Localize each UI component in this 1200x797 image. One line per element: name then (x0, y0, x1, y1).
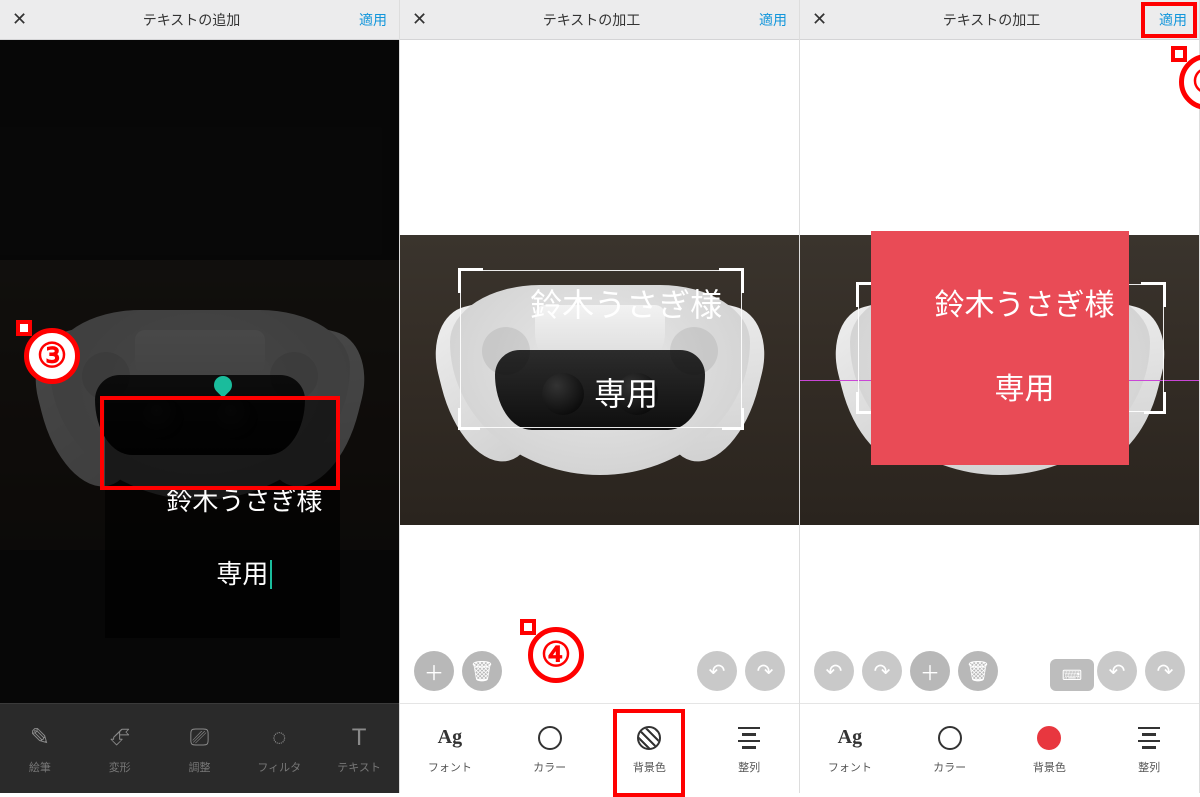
undo-icon: ↶ (709, 659, 726, 684)
tool-bgcolor[interactable]: 背景色 (1019, 723, 1079, 775)
bottom-toolbar: Ag フォント カラー 背景色 整列 (800, 703, 1199, 793)
close-icon[interactable]: ✕ (12, 9, 36, 30)
add-button[interactable]: ＋ (414, 651, 454, 691)
header: ✕ テキストの加工 適用 (400, 0, 799, 40)
tool-filter[interactable]: ◌ フィルタ (249, 723, 309, 775)
circle-icon (538, 726, 562, 750)
header-title: テキストの追加 (36, 10, 347, 30)
undo-button[interactable]: ↶ (697, 651, 737, 691)
text-overlay[interactable]: 鈴木うさぎ様 専用 (463, 230, 736, 470)
tool-bgcolor[interactable]: 背景色 (619, 723, 679, 775)
panel-edit-text-2: ✕ テキストの加工 適用 鈴木うさぎ様 専用 ↶ ↷ ＋ 🗑 (800, 0, 1200, 793)
header-title: テキストの加工 (836, 10, 1147, 30)
tool-color[interactable]: カラー (920, 723, 980, 775)
overlay-line1: 鈴木うさぎ様 (935, 289, 1115, 322)
drop-icon: ◌ (272, 724, 286, 752)
apply-button[interactable]: 適用 (347, 10, 387, 30)
align-icon (1138, 727, 1160, 749)
text-overlay[interactable]: 鈴木うさぎ様 専用 (870, 231, 1128, 465)
plus-icon: ＋ (920, 657, 940, 686)
redo-icon: ↷ (1157, 659, 1174, 684)
delete-button[interactable]: 🗑 (462, 651, 502, 691)
align-icon (738, 727, 760, 749)
header: ✕ テキストの加工 適用 (800, 0, 1199, 40)
overlay-line1: 鈴木うさぎ様 (166, 486, 322, 516)
redo-button-2[interactable]: ↷ (1145, 651, 1185, 691)
undo-icon: ↶ (1109, 659, 1126, 684)
panel-edit-text-1: ✕ テキストの加工 適用 鈴木うさぎ様 専用 ＋ 🗑 ↶ (400, 0, 800, 793)
text-icon: T (352, 724, 367, 752)
canvas[interactable]: 鈴木うさぎ様 専用 ↶ ↷ ＋ 🗑 ⌨ ↶ ↷ (800, 40, 1199, 703)
redo-button[interactable]: ↷ (745, 651, 785, 691)
crop-icon: ⮶ (110, 724, 129, 752)
overlay-line2: 専用 (995, 373, 1055, 406)
tool-color[interactable]: カラー (520, 723, 580, 775)
bottom-toolbar: Ag フォント カラー 背景色 整列 (400, 703, 799, 793)
trash-icon: 🗑 (469, 659, 494, 684)
apply-button[interactable]: 適用 (747, 10, 787, 30)
text-input-overlay[interactable]: 鈴木うさぎ様 専用 (105, 400, 340, 638)
trash-icon: 🗑 (965, 659, 990, 684)
font-icon: Ag (438, 726, 462, 749)
canvas[interactable]: 鈴木うさぎ様 専用 ③ (0, 40, 399, 703)
bottom-toolbar: ✎ 絵筆 ⮶ 変形 ⎚ 調整 ◌ フィルタ T テキスト (0, 703, 399, 793)
redo-icon: ↷ (757, 659, 774, 684)
close-icon[interactable]: ✕ (812, 9, 836, 30)
text-cursor (270, 560, 272, 589)
header: ✕ テキストの追加 適用 (0, 0, 399, 40)
brush-icon: ✎ (30, 723, 50, 752)
apply-button[interactable]: 適用 (1147, 10, 1187, 30)
add-button[interactable]: ＋ (910, 651, 950, 691)
tool-draw[interactable]: ✎ 絵筆 (10, 723, 70, 775)
annotation-4: ④ (528, 627, 584, 683)
header-title: テキストの加工 (436, 10, 747, 30)
tool-align[interactable]: 整列 (719, 723, 779, 775)
overlay-line1: 鈴木うさぎ様 (530, 287, 722, 323)
filled-circle-icon (1037, 726, 1061, 750)
tool-crop[interactable]: ⮶ 変形 (90, 723, 150, 775)
font-icon: Ag (838, 726, 862, 749)
keyboard-dismiss-button[interactable]: ⌨ (1050, 659, 1094, 691)
tool-font[interactable]: Ag フォント (820, 723, 880, 775)
undo-icon: ↶ (826, 659, 843, 684)
sliders-icon: ⎚ (190, 724, 209, 752)
circle-icon (938, 726, 962, 750)
panel-add-text: ✕ テキストの追加 適用 鈴木うさぎ様 専用 ③ ✎ (0, 0, 400, 793)
tool-align[interactable]: 整列 (1119, 723, 1179, 775)
overlay-line2: 専用 (216, 559, 268, 589)
tool-font[interactable]: Ag フォント (420, 723, 480, 775)
redo-icon: ↷ (874, 659, 891, 684)
tool-adjust[interactable]: ⎚ 調整 (169, 723, 229, 775)
tool-text[interactable]: T テキスト (329, 723, 389, 775)
undo-button-2[interactable]: ↶ (1097, 651, 1137, 691)
hatch-circle-icon (637, 726, 661, 750)
plus-icon: ＋ (424, 657, 444, 686)
undo-button[interactable]: ↶ (814, 651, 854, 691)
keyboard-icon: ⌨ (1062, 667, 1082, 684)
delete-button[interactable]: 🗑 (958, 651, 998, 691)
redo-button[interactable]: ↷ (862, 651, 902, 691)
canvas[interactable]: 鈴木うさぎ様 専用 ＋ 🗑 ↶ ↷ ④ (400, 40, 799, 703)
close-icon[interactable]: ✕ (412, 9, 436, 30)
overlay-line2: 専用 (594, 376, 658, 412)
